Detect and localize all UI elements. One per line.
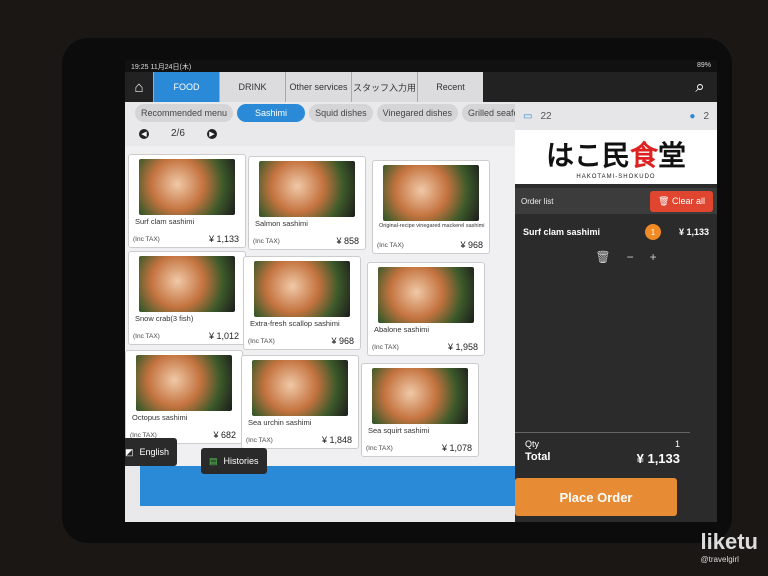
item-price: ¥ 1,848 [321, 435, 352, 445]
menu-item-card[interactable]: Sea urchin sashimi (Inc TAX) ¥ 1,848 [241, 355, 359, 449]
food-photo [254, 261, 350, 317]
item-name: Snow crab(3 fish) [135, 314, 194, 323]
item-price: ¥ 1,012 [208, 331, 239, 341]
pager: ◀ 2/6 ▶ [139, 128, 217, 139]
date: 11月24日(木) [150, 64, 192, 71]
item-name: Abalone sashimi [374, 325, 430, 334]
item-price: ¥ 1,958 [447, 342, 478, 352]
item-tax: (Inc TAX) [377, 242, 404, 249]
item-price: ¥ 682 [213, 430, 236, 440]
order-item-price: ¥ 1,133 [678, 227, 709, 237]
item-name: Sea squirt sashimi [368, 426, 430, 435]
item-price: ¥ 968 [331, 336, 354, 346]
order-item-name: Surf clam sashimi [523, 227, 601, 237]
qty-label: Qty [525, 439, 540, 449]
chip-sashimi[interactable]: Sashimi [237, 104, 306, 122]
item-controls: 🗑 − + [515, 250, 717, 264]
item-tax: (Inc TAX) [372, 344, 399, 351]
home-icon[interactable]: ⌂ [125, 72, 153, 102]
food-photo [252, 360, 348, 416]
item-name: Extra-fresh scallop sashimi [250, 319, 340, 328]
qty-value: 1 [674, 439, 680, 449]
item-name: Surf clam sashimi [135, 217, 195, 226]
clear-all-button[interactable]: 🗑 Clear all [650, 190, 713, 212]
increment-button[interactable]: + [650, 250, 657, 264]
item-price: ¥ 1,133 [208, 234, 239, 244]
chip-recommended[interactable]: Recommended menu [135, 104, 234, 122]
next-page-icon[interactable]: ▶ [206, 128, 217, 139]
tab-food[interactable]: FOOD [153, 72, 219, 102]
item-price: ¥ 968 [460, 240, 483, 250]
page-indicator: 2/6 [171, 128, 185, 139]
menu-item-card[interactable]: Octopus sashimi (Inc TAX) ¥ 682 [125, 350, 243, 444]
menu-item-card[interactable]: Extra-fresh scallop sashimi (Inc TAX) ¥ … [243, 256, 361, 350]
histories-button[interactable]: ▤ Histories [201, 448, 267, 474]
item-name: Salmon sashimi [255, 219, 308, 228]
table-number: 22 [540, 110, 552, 122]
trash-icon[interactable]: 🗑 [595, 250, 610, 264]
person-icon: ● [689, 110, 696, 122]
order-item-qty: 1 [644, 224, 661, 240]
item-price: ¥ 1,078 [441, 443, 472, 453]
item-tax: (Inc TAX) [246, 437, 273, 444]
food-photo [139, 159, 235, 215]
menu-item-card[interactable]: Original-recipe vinegared mackerel sashi… [372, 160, 490, 254]
subcategory-bar: Recommended menu Sashimi Squid dishes Vi… [135, 104, 535, 122]
tab-staff[interactable]: スタッフ入力用 [351, 72, 417, 102]
status-bar: 19:25 11月24日(木) 89% [125, 60, 717, 72]
food-photo [136, 355, 232, 411]
food-photo [139, 256, 235, 312]
search-icon[interactable]: ⌕ [683, 72, 717, 102]
clipboard-icon: ▤ [209, 455, 218, 466]
item-tax: (Inc TAX) [133, 236, 160, 243]
menu-item-card[interactable]: Surf clam sashimi (Inc TAX) ¥ 1,133 [128, 154, 246, 248]
table-icon: ▭ [523, 110, 533, 122]
table-info: ▭ 22 ● 2 [515, 102, 717, 130]
tab-recent[interactable]: Recent [417, 72, 483, 102]
time: 19:25 [131, 64, 149, 71]
item-price: ¥ 858 [336, 236, 359, 246]
screen: 19:25 11月24日(木) 89% ⌂ FOOD DRINK Other s… [125, 60, 717, 522]
battery: 89% [696, 62, 711, 69]
top-nav: ⌂ FOOD DRINK Other services スタッフ入力用 Rece… [125, 72, 717, 102]
order-list-header: Order list 🗑 Clear all [515, 188, 717, 214]
total-label: Total [525, 451, 551, 463]
language-icon: ◩ [125, 446, 134, 457]
menu-item-card[interactable]: Snow crab(3 fish) (Inc TAX) ¥ 1,012 [128, 251, 246, 345]
order-item: Surf clam sashimi 1 ¥ 1,133 [515, 214, 717, 250]
restaurant-logo: はこ民食堂 HAKOTAMI-SHOKUDO [515, 130, 717, 184]
order-panel: ▭ 22 ● 2 はこ民食堂 HAKOTAMI-SHOKUDO Order li… [515, 102, 717, 522]
tab-drink[interactable]: DRINK [219, 72, 285, 102]
menu-item-card[interactable]: Sea squirt sashimi (Inc TAX) ¥ 1,078 [361, 363, 479, 457]
prev-page-icon[interactable]: ◀ [139, 128, 149, 139]
item-name: Sea urchin sashimi [248, 418, 312, 427]
menu-item-card[interactable]: Abalone sashimi (Inc TAX) ¥ 1,958 [367, 262, 485, 356]
food-photo [383, 165, 479, 221]
item-tax: (Inc TAX) [253, 238, 280, 245]
item-tax: (Inc TAX) [366, 445, 393, 452]
guest-count: 2 [703, 110, 709, 122]
english-button[interactable]: ◩ English [125, 438, 178, 466]
item-tax: (Inc TAX) [248, 338, 275, 345]
chip-vinegared[interactable]: Vinegared dishes [376, 104, 458, 122]
decrement-button[interactable]: − [627, 250, 634, 264]
item-name: Octopus sashimi [132, 413, 188, 422]
menu-grid: Surf clam sashimi (Inc TAX) ¥ 1,133 Salm… [125, 146, 515, 466]
food-photo [259, 161, 355, 217]
food-photo [372, 368, 468, 424]
footer-bar [140, 466, 515, 506]
item-tax: (Inc TAX) [133, 333, 160, 340]
chip-squid[interactable]: Squid dishes [309, 104, 373, 122]
place-order-button[interactable]: Place Order [515, 478, 677, 516]
watermark: liketu @travelgirl [700, 529, 758, 564]
order-totals: Qty 1 Total ¥ 1,133 Place Order [515, 432, 690, 516]
order-list-title: Order list [521, 196, 554, 206]
total-value: ¥ 1,133 [636, 451, 680, 466]
tab-other-services[interactable]: Other services [285, 72, 351, 102]
menu-item-card[interactable]: Salmon sashimi (Inc TAX) ¥ 858 [248, 156, 366, 250]
food-photo [378, 267, 474, 323]
item-name: Original-recipe vinegared mackerel sashi… [379, 223, 485, 229]
